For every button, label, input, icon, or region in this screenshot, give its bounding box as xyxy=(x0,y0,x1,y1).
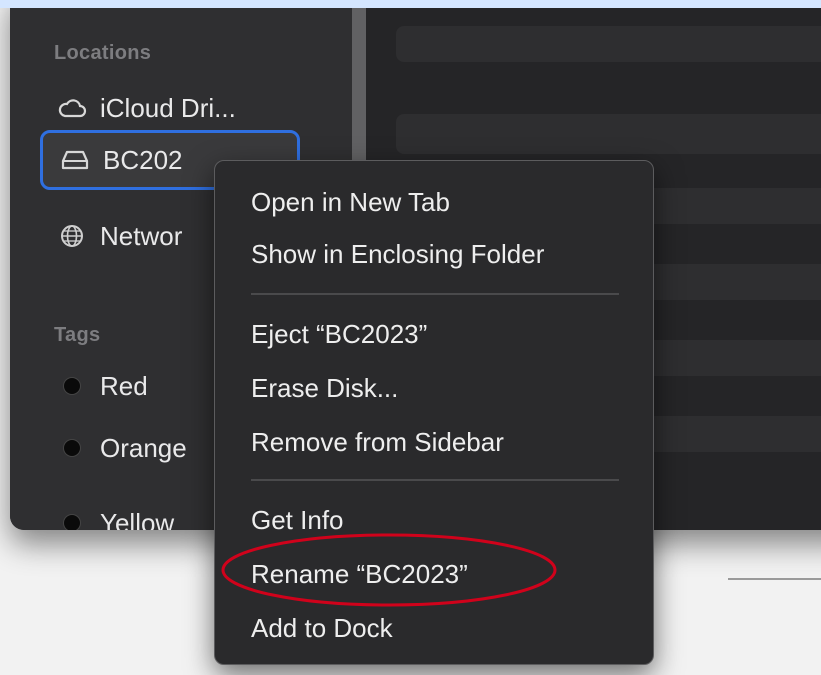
menu-item-show-in-enclosing-folder[interactable]: Show in Enclosing Folder xyxy=(251,239,544,270)
menu-separator xyxy=(251,293,619,295)
menu-item-rename[interactable]: Rename “BC2023” xyxy=(251,559,468,590)
sidebar-item-icloud-drive[interactable]: iCloud Dri... xyxy=(40,78,300,138)
tag-dot-icon xyxy=(56,507,88,530)
cloud-icon xyxy=(56,92,88,124)
menu-item-add-to-dock[interactable]: Add to Dock xyxy=(251,613,393,644)
list-row[interactable] xyxy=(396,114,821,154)
globe-icon xyxy=(56,220,88,252)
tag-dot-icon xyxy=(56,432,88,464)
external-drive-icon xyxy=(59,144,91,176)
locations-header: Locations xyxy=(54,42,152,64)
context-menu: Open in New Tab Show in Enclosing Folder… xyxy=(214,160,654,665)
sidebar-item-label: Orange xyxy=(100,432,187,463)
tags-header: Tags xyxy=(54,324,101,346)
tag-dot-icon xyxy=(56,370,88,402)
menu-item-open-in-new-tab[interactable]: Open in New Tab xyxy=(251,187,450,218)
menu-separator xyxy=(251,479,619,481)
sidebar-item-label: iCloud Dri... xyxy=(100,92,236,123)
menu-item-get-info[interactable]: Get Info xyxy=(251,505,344,536)
menu-item-eject[interactable]: Eject “BC2023” xyxy=(251,319,427,350)
menu-item-remove-from-sidebar[interactable]: Remove from Sidebar xyxy=(251,427,504,458)
sidebar-item-label: BC202 xyxy=(103,144,183,175)
sidebar-item-label: Networ xyxy=(100,220,183,251)
sidebar-item-label: Yellow xyxy=(100,507,175,531)
sidebar-item-label: Red xyxy=(100,370,148,401)
divider xyxy=(728,578,821,580)
list-row[interactable] xyxy=(396,26,821,62)
menu-item-erase-disk[interactable]: Erase Disk... xyxy=(251,373,398,404)
